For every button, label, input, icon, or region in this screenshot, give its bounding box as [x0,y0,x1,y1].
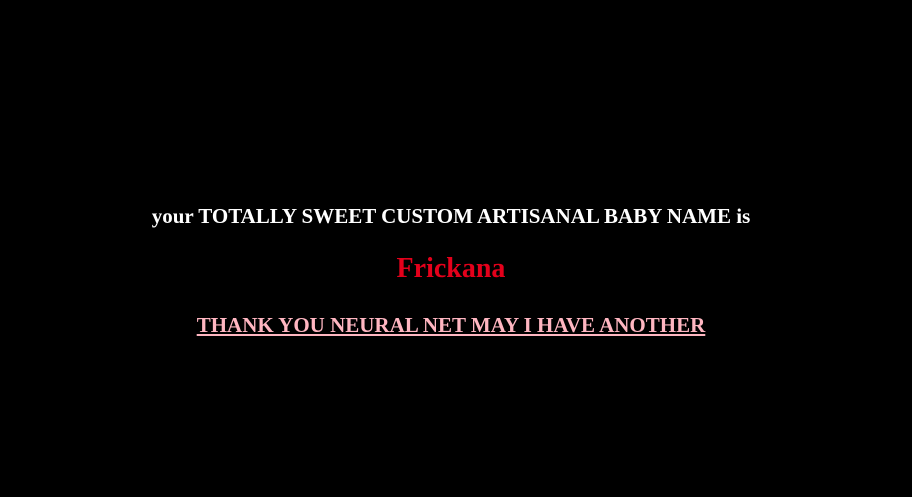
another-name-link[interactable]: THANK YOU NEURAL NET MAY I HAVE ANOTHER [0,312,902,338]
page: your TOTALLY SWEET CUSTOM ARTISANAL BABY… [0,0,912,497]
baby-name: Frickana [396,253,506,284]
intro-text: your TOTALLY SWEET CUSTOM ARTISANAL BABY… [151,204,751,228]
